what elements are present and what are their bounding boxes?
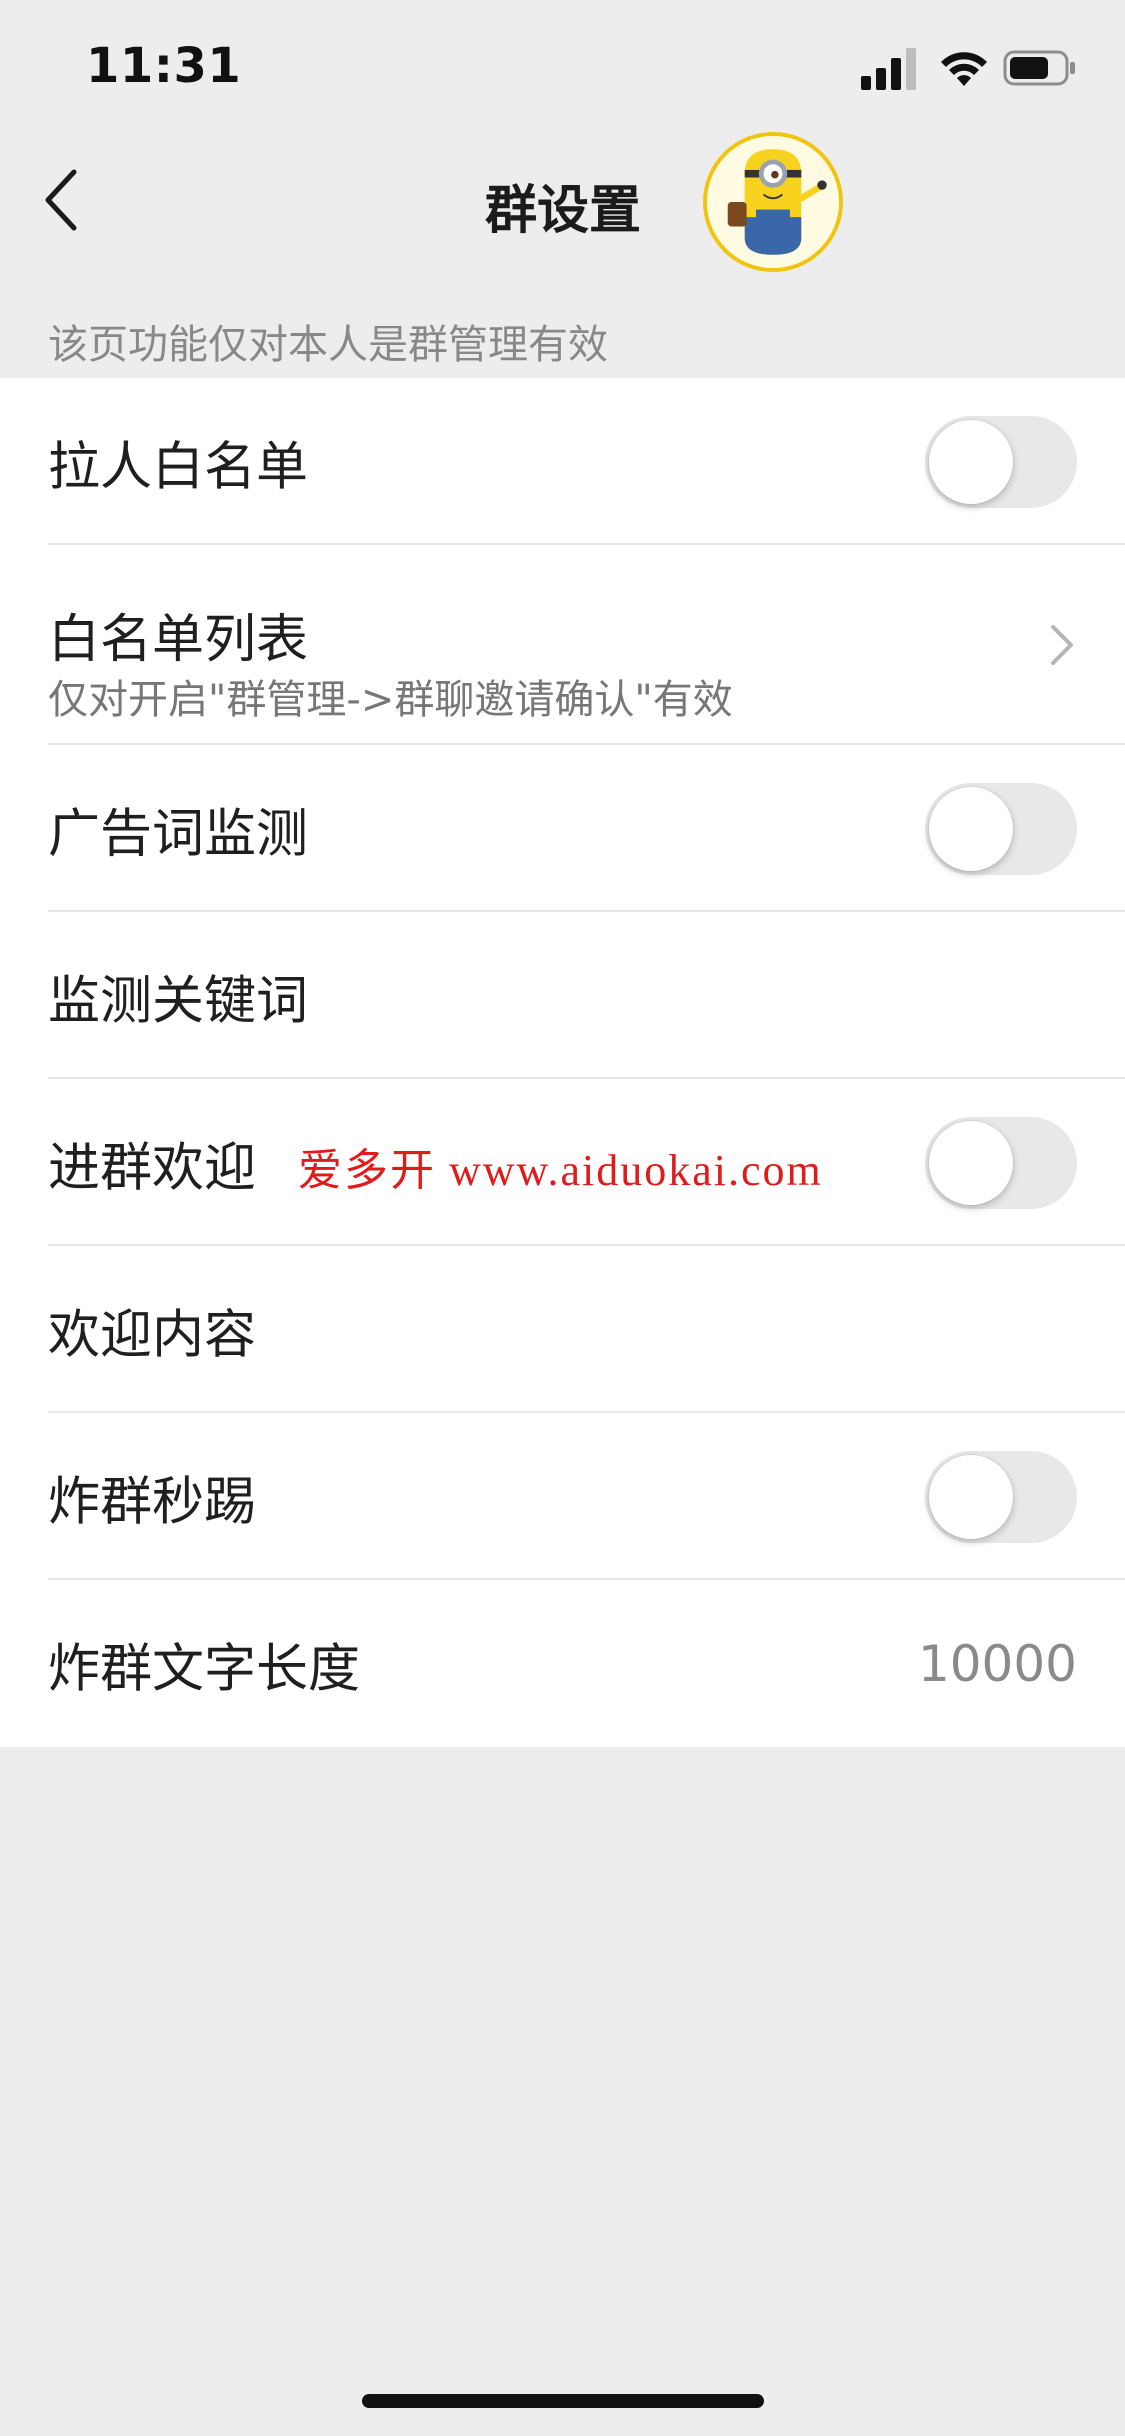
bomb-length-value: 10000: [917, 1634, 1077, 1693]
row-label: 炸群秒踢: [48, 1472, 257, 1532]
hint-text: 该页功能仅对本人是群管理有效: [48, 322, 608, 368]
row-monitor-keywords[interactable]: 监测关键词: [0, 912, 1125, 1079]
chevron-right-icon: [1051, 625, 1073, 665]
row-bomb-length[interactable]: 炸群文字长度 10000: [0, 1580, 1125, 1747]
row-label: 白名单列表: [48, 610, 309, 670]
toggle-knob: [929, 786, 1013, 871]
row-label: 监测关键词: [48, 971, 309, 1031]
welcome-toggle[interactable]: [925, 1116, 1077, 1209]
row-welcome: 进群欢迎 爱多开 www.aiduokai.com: [0, 1079, 1125, 1246]
minion-avatar-icon: [707, 136, 839, 268]
row-label: 炸群文字长度: [48, 1639, 361, 1699]
row-ad-monitor: 广告词监测: [0, 745, 1125, 912]
whitelist-toggle[interactable]: [925, 415, 1077, 508]
settings-list: 拉人白名单 白名单列表 仅对开启"群管理->群聊邀请确认"有效 广告词监测 监测…: [0, 378, 1125, 1747]
back-icon[interactable]: [40, 162, 88, 238]
cellular-signal-icon: [861, 48, 916, 90]
nav-bar: 群设置: [0, 132, 1125, 277]
avatar[interactable]: [703, 132, 843, 272]
wifi-icon: [941, 52, 987, 86]
status-time: 11:31: [86, 38, 242, 94]
row-whitelist-list[interactable]: 白名单列表 仅对开启"群管理->群聊邀请确认"有效: [0, 545, 1125, 745]
row-bomb-kick: 炸群秒踢: [0, 1413, 1125, 1580]
toggle-knob: [929, 1120, 1013, 1205]
status-bar: 11:31: [0, 0, 1125, 132]
row-welcome-content[interactable]: 欢迎内容: [0, 1246, 1125, 1413]
home-indicator[interactable]: [362, 2394, 764, 2408]
page-title: 群设置: [485, 181, 642, 241]
row-label: 拉人白名单: [48, 437, 309, 497]
battery-icon: [1003, 50, 1075, 86]
row-label: 进群欢迎: [48, 1138, 257, 1198]
watermark-text: 爱多开 www.aiduokai.com: [298, 1145, 823, 1195]
row-label: 欢迎内容: [48, 1305, 257, 1365]
ad-monitor-toggle[interactable]: [925, 782, 1077, 875]
row-whitelist-toggle: 拉人白名单: [0, 378, 1125, 545]
toggle-knob: [929, 419, 1013, 504]
status-icons: [861, 46, 1081, 90]
bomb-kick-toggle[interactable]: [925, 1450, 1077, 1543]
toggle-knob: [929, 1454, 1013, 1539]
row-sublabel: 仅对开启"群管理->群聊邀请确认"有效: [48, 677, 733, 723]
row-label: 广告词监测: [48, 804, 309, 864]
